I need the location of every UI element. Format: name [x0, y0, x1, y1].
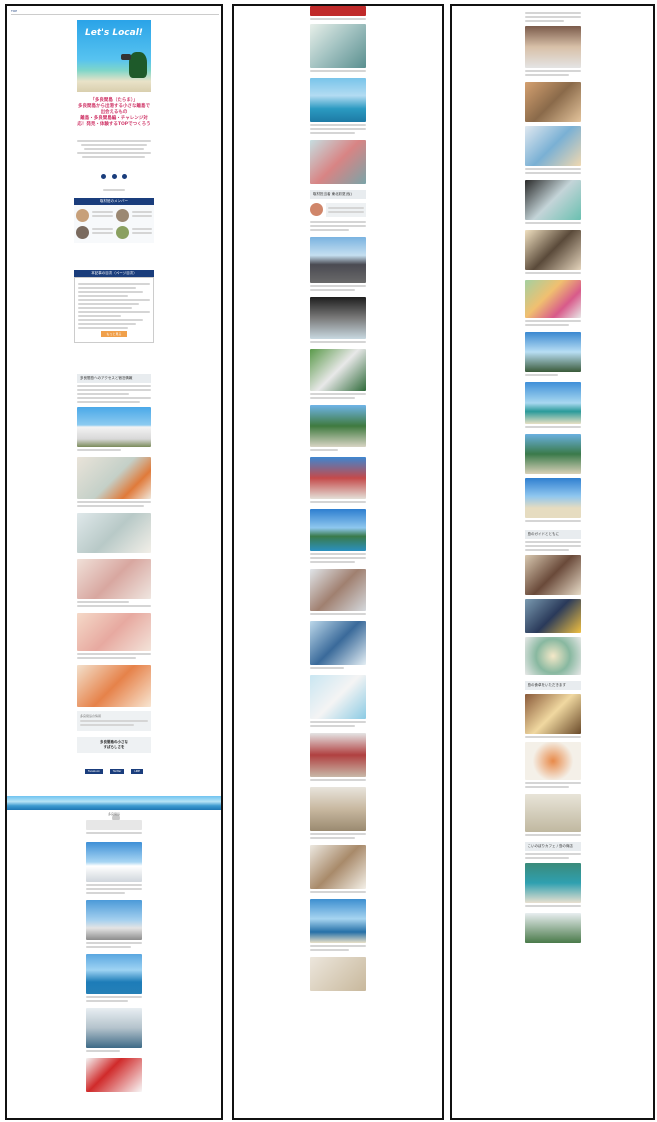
tree-silhouette [129, 52, 147, 78]
vending-photo [86, 1058, 142, 1092]
share-facebook-button[interactable]: Facebook [85, 769, 103, 774]
clock-photo [524, 794, 581, 832]
toc-more-button[interactable]: もっと見る [101, 331, 127, 337]
hero-title: Let's Local! [85, 28, 143, 38]
toc-header: 本記事の目次（ページ目次） [74, 270, 154, 277]
header-divider [11, 14, 219, 15]
hero-image: Let's Local! [77, 20, 151, 92]
top-photo-edge [310, 6, 366, 16]
person-craft-photo [524, 230, 581, 270]
shop-section-title: 多良間島へのアクセスと宿泊情報 [77, 374, 151, 383]
balcony-view-photo [310, 899, 366, 943]
car-photo [310, 237, 366, 283]
share-icons [77, 164, 151, 183]
article-panel-2: 取材担当者 東北彩夏(仮) [232, 4, 444, 1120]
kitchen-photo [524, 555, 581, 595]
ocean-caption: 多良間島 [107, 812, 120, 816]
member-avatar [76, 226, 89, 239]
video-thumbnail[interactable] [524, 599, 581, 633]
toc-list[interactable]: もっと見る [74, 277, 154, 343]
hotel-photo [310, 457, 366, 499]
article-column-2: 取材担当者 東北彩夏(仮) [310, 6, 366, 991]
food-section-title: 島の食卓をいただきます [524, 681, 581, 690]
share-twitter-button[interactable]: Twitter [109, 769, 125, 774]
paintings-photo [524, 126, 581, 166]
cabin-photo [86, 1008, 142, 1048]
ferry-deck-photo [310, 78, 366, 122]
headline-2: 多良間島から出港する小さな離島で出会えるもの [78, 104, 150, 115]
dish-photo [524, 637, 581, 675]
bedroom-photo [310, 845, 366, 889]
garden-photo [524, 913, 581, 943]
interior-seats-photo [310, 140, 366, 184]
craft-photo [524, 180, 581, 220]
author-section-title: 取材担当者 東北彩夏(仮) [310, 190, 366, 199]
shop-interior-photo [77, 457, 151, 499]
share-subtitle: すばらしさを [103, 745, 125, 749]
hallway-photo [310, 787, 366, 831]
ferry-photo [86, 842, 142, 882]
author-card [310, 203, 366, 217]
info-box-title: 多良間島の情報 [80, 714, 102, 718]
article-body-1b: 多良間島 [86, 812, 142, 1092]
checkin-photo [310, 621, 366, 665]
article-column-1: Let's Local! 「多良間島（たらま）」 多良間島から出港する小さな離島… [77, 20, 151, 225]
members-header: 取材班のメンバー [74, 198, 154, 205]
article-body-1: 多良間島へのアクセスと宿泊情報 多良間島の情報 多良間島の小さな すばらしさを … [77, 374, 151, 776]
share-buttons: Facebook Twitter LINE [77, 757, 151, 776]
group-photo [524, 434, 581, 474]
shop-section-title-3: こいのぼりカフェ / 島の商店 [524, 842, 581, 851]
lookout-photo [524, 332, 581, 372]
beach-photo [524, 382, 581, 424]
building-photo [77, 407, 151, 447]
hands-photo [77, 613, 151, 651]
bath-photo [310, 957, 366, 991]
article-panel-3: 島のガイドとともに 島の食卓をいただきます こいのぼりカフェ / 島の商店 [450, 4, 655, 1120]
site-logo[interactable]: TOP [11, 9, 17, 13]
info-box: 多良間島の情報 [77, 711, 151, 731]
souvenir-photo [524, 280, 581, 318]
sea-view-photo [86, 954, 142, 994]
members-box: 取材班のメンバー [74, 198, 154, 243]
staff-photo [77, 559, 151, 599]
headline-3: 離島・多良間島編・チャレンジ対応！発見・体験するTOPでつくろう [77, 116, 151, 127]
bottles-photo [77, 665, 151, 707]
ocean-banner [7, 796, 221, 810]
member-avatar [115, 209, 129, 222]
trees-photo [310, 405, 366, 447]
drone-icon [121, 54, 131, 60]
article-column-3: 島のガイドとともに 島の食卓をいただきます こいのぼりカフェ / 島の商店 [524, 10, 581, 943]
member-avatar [76, 209, 89, 222]
intro-text [77, 140, 151, 158]
bowls-photo [524, 742, 581, 780]
share-line-button[interactable]: LINE [131, 769, 143, 774]
author-avatar [310, 203, 323, 216]
ticket-photo [86, 820, 142, 830]
port-photo [86, 900, 142, 940]
toc-box: 本記事の目次（ページ目次） もっと見る [74, 270, 154, 343]
house-photo [310, 349, 366, 391]
deck-photo [310, 24, 366, 68]
shore-photo [524, 478, 581, 518]
towels-photo [310, 675, 366, 719]
member-avatar [115, 226, 129, 239]
members-grid [74, 205, 154, 243]
lobby-photo [310, 569, 366, 611]
share-box: 多良間島の小さな すばらしさを [77, 737, 151, 753]
room-photo [310, 733, 366, 777]
workshop-photo [524, 82, 581, 122]
guide-section-title: 島のガイドとともに [524, 530, 581, 539]
cafe-photo [524, 863, 581, 903]
coast-photo [310, 509, 366, 551]
dashboard-photo [310, 297, 366, 339]
storefront-photo [524, 26, 581, 68]
display-case-photo [77, 513, 151, 553]
article-panel-1: TOP Let's Local! 「多良間島（たらま）」 多良間島から出港する小… [5, 4, 223, 1120]
meal-photo [524, 694, 581, 734]
